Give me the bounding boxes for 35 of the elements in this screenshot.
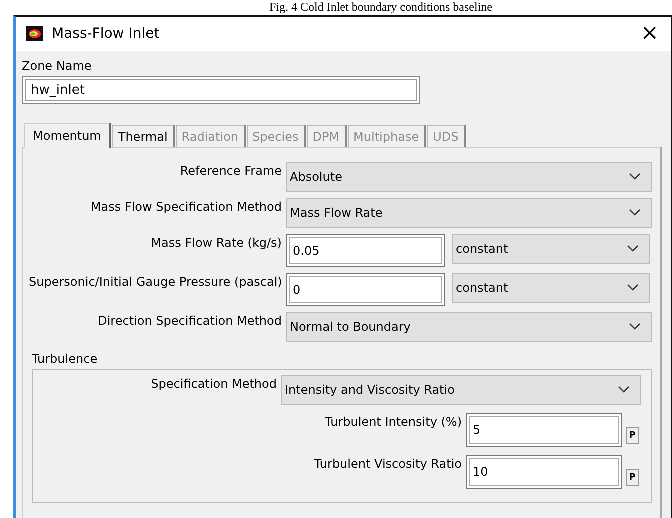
input-field[interactable]: 10 — [466, 455, 622, 489]
chevron-icon — [629, 173, 641, 181]
dropdown[interactable]: constant — [452, 234, 650, 264]
dropdown[interactable]: Normal to Boundary — [286, 312, 652, 342]
input-field[interactable]: 0.05 — [286, 234, 445, 267]
zone-name-field[interactable]: hw_inlet — [22, 76, 420, 104]
field-label: Turbulent Intensity (%) — [325, 414, 462, 429]
dropdown[interactable]: Absolute — [286, 162, 652, 192]
field-label: Turbulent Viscosity Ratio — [314, 456, 462, 471]
field-label: Direction Specification Method — [97, 313, 282, 328]
window-title: Mass-Flow Inlet — [52, 26, 161, 42]
input-field[interactable]: 0 — [286, 273, 445, 306]
input-field[interactable]: 5 — [466, 413, 622, 447]
field-label: Specification Method — [150, 376, 277, 391]
field-label: Mass Flow Specification Method — [90, 199, 282, 214]
tab[interactable]: Thermal — [112, 125, 175, 147]
chevron-icon — [629, 209, 641, 217]
chevron-icon — [629, 323, 641, 331]
dropdown[interactable]: constant — [452, 273, 650, 303]
close-button[interactable]: × — [636, 23, 663, 45]
app-icon — [26, 26, 44, 42]
tab[interactable]: Momentum — [24, 123, 112, 148]
figure-caption: Fig. 4 Cold Inlet boundary conditions baseline — [268, 0, 494, 14]
field-label: Supersonic/Initial Gauge Pressure (pascal) — [29, 274, 282, 289]
dropdown[interactable]: Mass Flow Rate — [286, 198, 652, 228]
parameter-button[interactable]: P — [626, 427, 639, 444]
parameter-button[interactable]: P — [626, 469, 639, 486]
dropdown[interactable]: Intensity and Viscosity Ratio — [281, 375, 641, 405]
group-label: Turbulence — [32, 352, 99, 366]
chevron-icon — [627, 284, 639, 292]
chevron-icon — [618, 386, 630, 394]
field-label: Mass Flow Rate (kg/s) — [150, 235, 282, 250]
field-label: Reference Frame — [179, 163, 282, 178]
field-label: Zone Name — [22, 59, 93, 73]
chevron-icon — [627, 245, 639, 253]
